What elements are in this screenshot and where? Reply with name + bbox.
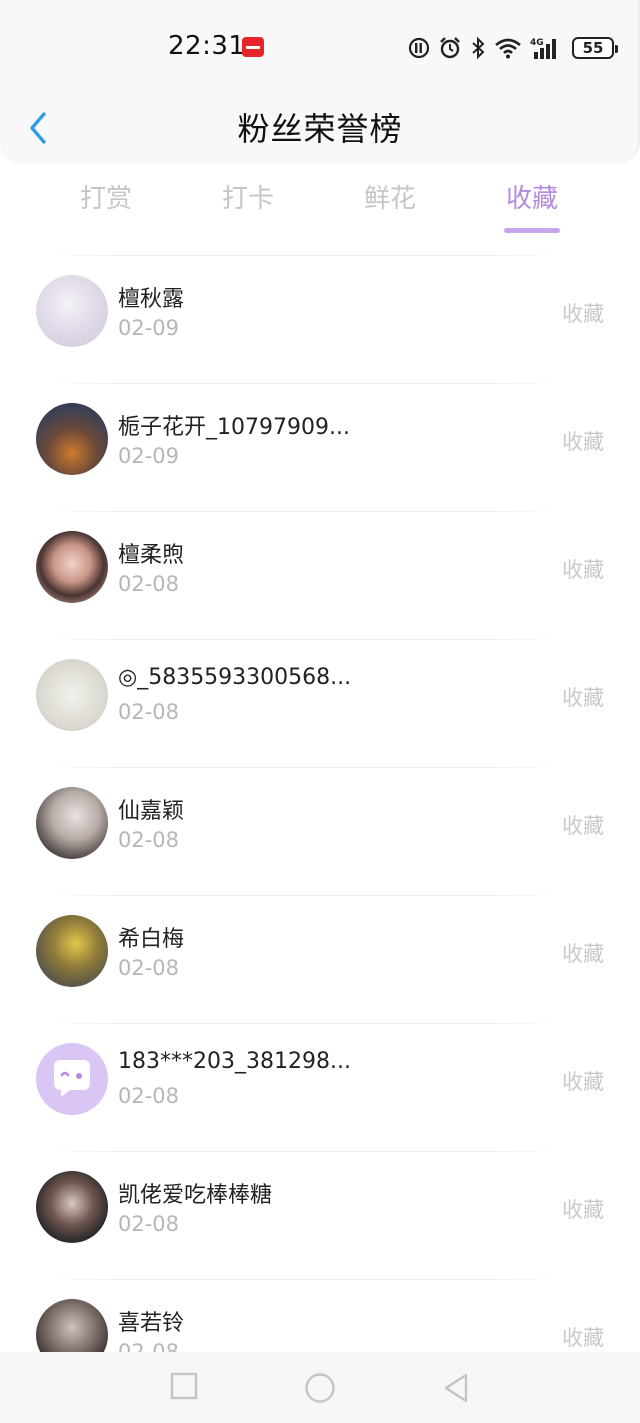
avatar[interactable] xyxy=(36,915,108,987)
fan-list: 檀秋露 02-09 收藏 栀子花开_10797909... 02-09 收藏 檀… xyxy=(0,255,640,1407)
avatar[interactable] xyxy=(36,403,108,475)
recent-apps-button[interactable] xyxy=(170,1372,198,1404)
4g-signal-icon: 4G xyxy=(530,38,556,59)
bluetooth-icon xyxy=(472,36,485,60)
fan-date: 02-08 xyxy=(118,956,180,980)
tab-flowers[interactable]: 鲜花 xyxy=(364,178,416,215)
divider xyxy=(44,1151,564,1152)
alarm-icon xyxy=(440,37,460,59)
nav-bar: 粉丝荣誉榜 xyxy=(0,96,640,160)
fan-action: 收藏 xyxy=(562,1198,604,1222)
divider xyxy=(44,255,564,256)
fan-date: 02-08 xyxy=(118,828,180,852)
fan-date: 02-09 xyxy=(118,444,180,468)
list-item[interactable]: 仙嘉颖 02-08 收藏 xyxy=(0,767,640,895)
list-item[interactable]: 栀子花开_10797909... 02-09 收藏 xyxy=(0,383,640,511)
divider xyxy=(44,511,564,512)
list-item[interactable]: ◎_5835593300568... 02-08 收藏 xyxy=(0,639,640,767)
fan-name: 凯佬爱吃棒棒糖 xyxy=(118,1183,273,1208)
fan-name: 183***203_381298... xyxy=(118,1049,351,1074)
square-icon xyxy=(170,1372,198,1400)
fan-name: 仙嘉颖 xyxy=(118,799,185,824)
battery-icon: 55 xyxy=(572,37,618,59)
tab-bar: 打赏 打卡 鲜花 收藏 xyxy=(0,178,640,238)
fan-action: 收藏 xyxy=(562,1326,604,1350)
divider xyxy=(44,895,564,896)
status-bar: 22:31 4G 55 xyxy=(0,0,640,96)
svg-text:4G: 4G xyxy=(530,38,544,48)
divider xyxy=(44,639,564,640)
fan-action: 收藏 xyxy=(562,1070,604,1094)
fan-name: ◎_5835593300568... xyxy=(118,665,352,690)
fan-name: 檀秋露 xyxy=(118,287,185,312)
tab-checkin[interactable]: 打卡 xyxy=(222,178,274,215)
list-item[interactable]: 183***203_381298... 02-08 收藏 xyxy=(0,1023,640,1151)
fan-name: 希白梅 xyxy=(118,927,185,952)
tab-reward[interactable]: 打赏 xyxy=(80,178,132,215)
tab-favorites[interactable]: 收藏 xyxy=(506,178,558,215)
triangle-back-icon xyxy=(444,1373,468,1403)
list-item[interactable]: 檀秋露 02-09 收藏 xyxy=(0,255,640,383)
battery-level: 55 xyxy=(582,39,604,57)
list-item[interactable]: 檀柔煦 02-08 收藏 xyxy=(0,511,640,639)
fan-name: 栀子花开_10797909... xyxy=(118,415,350,440)
divider xyxy=(44,383,564,384)
page-title: 粉丝荣誉榜 xyxy=(237,110,403,148)
avatar[interactable] xyxy=(36,1171,108,1243)
list-item[interactable]: 希白梅 02-08 收藏 xyxy=(0,895,640,1023)
avatar[interactable] xyxy=(36,1043,108,1115)
fan-name: 檀柔煦 xyxy=(118,543,185,568)
hd-voice-icon xyxy=(408,37,430,59)
fan-date: 02-08 xyxy=(118,1212,180,1236)
avatar[interactable] xyxy=(36,659,108,731)
avatar[interactable] xyxy=(36,275,108,347)
fan-action: 收藏 xyxy=(562,814,604,838)
avatar[interactable] xyxy=(36,531,108,603)
circle-icon xyxy=(305,1373,335,1403)
status-icons: 4G 55 xyxy=(408,34,618,62)
fan-action: 收藏 xyxy=(562,558,604,582)
divider xyxy=(44,767,564,768)
fan-action: 收藏 xyxy=(562,430,604,454)
home-button[interactable] xyxy=(304,1372,336,1408)
fan-date: 02-08 xyxy=(118,700,180,724)
fan-action: 收藏 xyxy=(562,302,604,326)
fan-date: 02-08 xyxy=(118,1084,180,1108)
divider xyxy=(44,1279,564,1280)
app-notification-icon xyxy=(242,37,264,57)
fan-date: 02-08 xyxy=(118,572,180,596)
back-nav-button[interactable] xyxy=(442,1372,470,1408)
wifi-icon xyxy=(495,38,521,59)
default-avatar-chat-icon xyxy=(54,1060,90,1097)
fan-date: 02-09 xyxy=(118,316,180,340)
status-time: 22:31 xyxy=(168,31,246,61)
active-tab-indicator xyxy=(504,228,560,233)
fan-name: 喜若铃 xyxy=(118,1311,185,1336)
system-navigation-bar xyxy=(0,1352,640,1423)
fan-action: 收藏 xyxy=(562,686,604,710)
avatar[interactable] xyxy=(36,787,108,859)
list-item[interactable]: 凯佬爱吃棒棒糖 02-08 收藏 xyxy=(0,1151,640,1279)
divider xyxy=(44,1023,564,1024)
fan-action: 收藏 xyxy=(562,942,604,966)
